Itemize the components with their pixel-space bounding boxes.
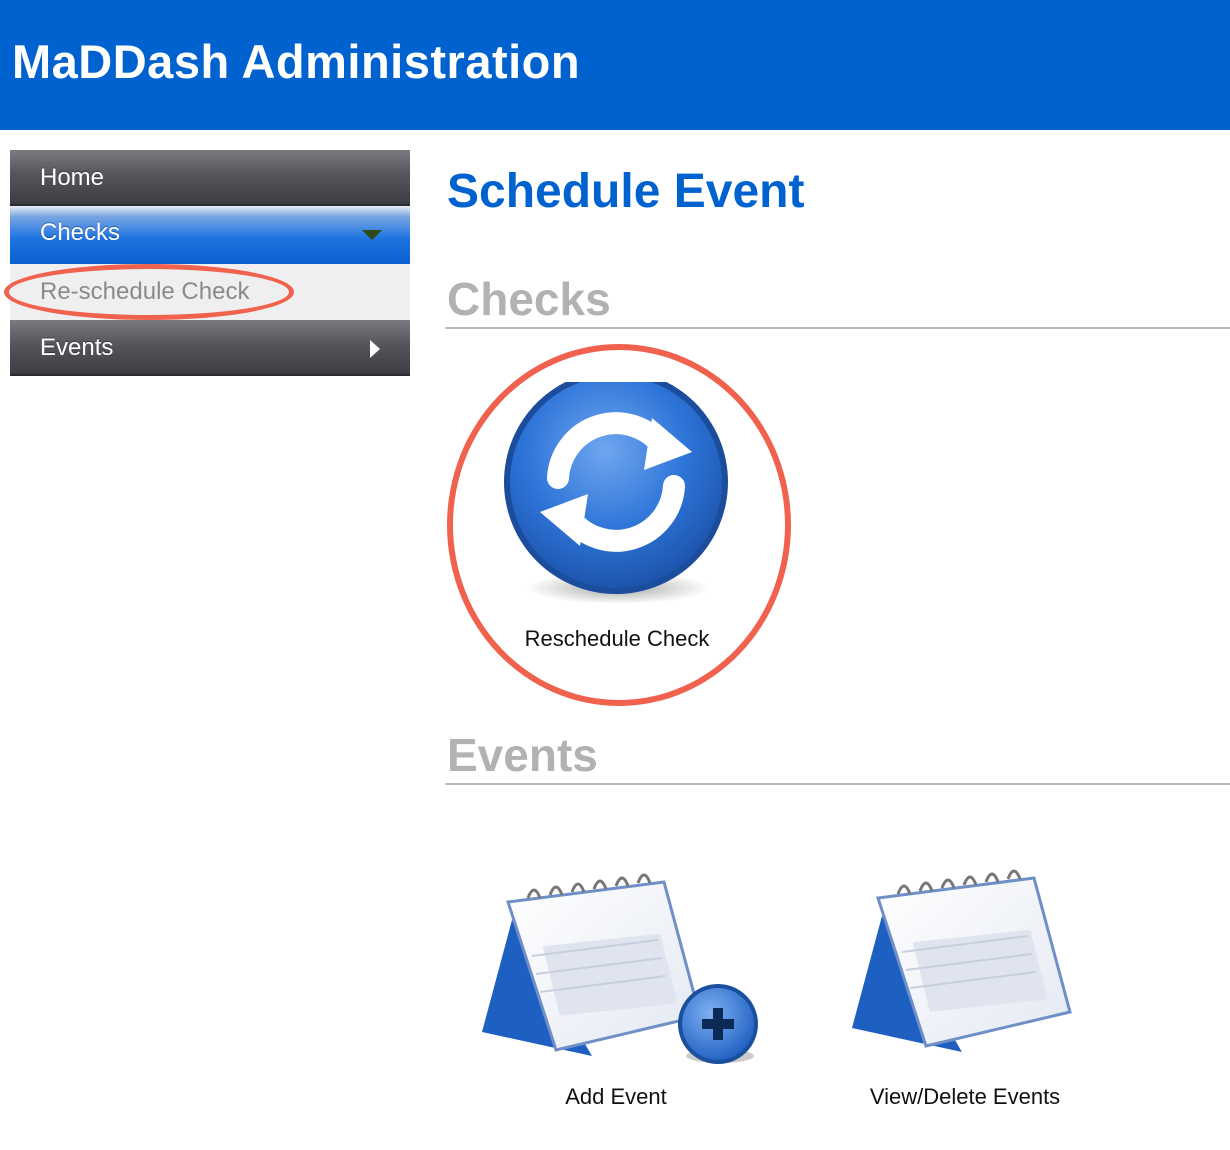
sidebar-subitem-reschedule-check[interactable]: Re-schedule Check [10, 264, 410, 320]
app-title: MaDDash Administration [12, 35, 581, 88]
caret-right-icon [370, 340, 380, 358]
calendar-add-icon [482, 873, 758, 1064]
sidebar-item-label: Events [40, 334, 114, 361]
sidebar-item-label: Home [40, 164, 105, 191]
section-divider [445, 327, 1230, 329]
section-divider [445, 783, 1230, 785]
reschedule-check-tile[interactable]: Reschedule Check [480, 370, 754, 670]
refresh-icon [504, 382, 728, 604]
sidebar-nav: Home Checks Re-schedule Check Events [10, 150, 410, 376]
calendar-icon [852, 869, 1072, 1052]
sidebar-item-home[interactable]: Home [10, 150, 410, 206]
sidebar-item-events[interactable]: Events [10, 320, 410, 376]
caret-down-icon [362, 230, 382, 240]
add-event-tile[interactable]: Add Event [466, 850, 766, 1120]
sidebar-item-checks[interactable]: Checks [10, 206, 410, 264]
tile-label: Add Event [565, 1084, 667, 1109]
sidebar-item-label: Re-schedule Check [40, 278, 250, 305]
tile-label: View/Delete Events [869, 1084, 1061, 1109]
page: MaDDash Administration Home Checks Re-sc… [0, 0, 1230, 1150]
sidebar-item-label: Checks [40, 219, 121, 246]
app-header: MaDDash Administration [0, 0, 1230, 130]
tile-label: Reschedule Check [524, 626, 710, 651]
page-title: Schedule Event [447, 165, 805, 218]
view-delete-events-tile[interactable]: View/Delete Events [830, 850, 1100, 1120]
section-title-events: Events [447, 729, 598, 781]
section-title-checks: Checks [447, 273, 611, 325]
